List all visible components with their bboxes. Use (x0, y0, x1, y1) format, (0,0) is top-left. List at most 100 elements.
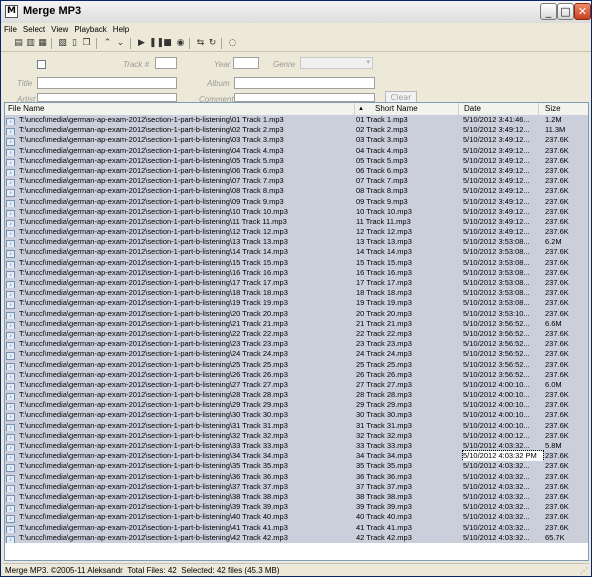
track-number-field[interactable] (155, 57, 177, 69)
short-name-cell: 07 Track 7.mp3 (356, 176, 408, 186)
table-row[interactable]: ♪ T:\unccl\media\german-ap-exam-2012\sect… (5, 471, 588, 482)
table-row[interactable]: ♪ T:\unccl\media\german-ap-exam-2012\sect… (5, 176, 588, 187)
short-name-cell: 05 Track 5.mp3 (356, 155, 408, 165)
comment-field[interactable] (234, 93, 375, 102)
artist-field[interactable] (37, 93, 177, 102)
audio-file-icon: ♪ (6, 270, 15, 278)
table-row[interactable]: ♪ T:\unccl\media\german-ap-exam-2012\sect… (5, 522, 588, 533)
file-name-text: T:\unccl\media\german-ap-exam-2012\secti… (19, 308, 288, 318)
file-name-text: T:\unccl\media\german-ap-exam-2012\secti… (19, 461, 288, 471)
table-row[interactable]: ♪ T:\unccl\media\german-ap-exam-2012\sect… (5, 257, 588, 268)
resize-grip-icon[interactable]: ⋰ (578, 566, 588, 576)
refresh-icon[interactable]: ↻ (207, 38, 218, 49)
table-row[interactable]: ♪ T:\unccl\media\german-ap-exam-2012\sect… (5, 278, 588, 289)
record-icon[interactable]: ◉ (175, 38, 186, 49)
table-row[interactable]: ♪ T:\unccl\media\german-ap-exam-2012\sect… (5, 430, 588, 441)
table-row[interactable]: ♪ T:\unccl\media\german-ap-exam-2012\sect… (5, 461, 588, 472)
table-row[interactable]: ♪ T:\unccl\media\german-ap-exam-2012\sect… (5, 328, 588, 340)
minimize-button[interactable]: _ (540, 3, 557, 20)
table-row[interactable]: ♪ T:\unccl\media\german-ap-exam-2012\sect… (5, 400, 588, 411)
table-row[interactable]: ♪ T:\unccl\media\german-ap-exam-2012\sect… (5, 390, 588, 401)
year-field[interactable] (233, 57, 259, 69)
move-down-icon[interactable]: ⌄ (115, 38, 126, 49)
move-up-icon[interactable]: ⌃ (102, 38, 113, 49)
table-row[interactable]: ♪ T:\unccl\media\german-ap-exam-2012\sect… (5, 359, 588, 370)
audio-file-icon: ♪ (6, 362, 15, 370)
tag-icon[interactable]: ▧ (57, 38, 68, 49)
genre-select[interactable]: ▾ (300, 57, 373, 69)
stop-icon[interactable]: ■ (162, 38, 173, 49)
file-name-text: T:\unccl\media\german-ap-exam-2012\secti… (19, 257, 288, 267)
table-row[interactable]: ♪ T:\unccl\media\german-ap-exam-2012\sect… (5, 349, 588, 360)
table-row[interactable]: ♪ T:\unccl\media\german-ap-exam-2012\sect… (5, 267, 588, 278)
title-label: Title (17, 79, 33, 88)
app-icon[interactable]: M (5, 5, 18, 18)
delete-icon[interactable]: ▦ (37, 38, 48, 49)
table-row[interactable]: ♪ T:\unccl\media\german-ap-exam-2012\sect… (5, 441, 588, 452)
table-row[interactable]: ♪ T:\unccl\media\german-ap-exam-2012\sect… (5, 196, 588, 207)
table-row[interactable]: ♪ T:\unccl\media\german-ap-exam-2012\sect… (5, 237, 588, 248)
merge-icon[interactable]: ⇆ (195, 38, 206, 49)
size-cell: 237.6K (545, 216, 569, 226)
table-row[interactable]: ♪ T:\unccl\media\german-ap-exam-2012\sect… (5, 247, 588, 258)
size-cell: 237.6K (545, 502, 569, 512)
size-cell: 237.6K (545, 278, 569, 287)
menu-help[interactable]: Help (110, 23, 132, 37)
table-row[interactable]: ♪ T:\unccl\media\german-ap-exam-2012\sect… (5, 165, 588, 177)
menu-file[interactable]: File (1, 23, 20, 37)
table-row[interactable]: ♪ T:\unccl\media\german-ap-exam-2012\sect… (5, 318, 588, 329)
column-size[interactable]: Size (539, 103, 588, 115)
file-list[interactable]: File Name ▲ Short Name Date Size ♪ T:\uncc… (4, 102, 589, 561)
table-row[interactable]: ♪ T:\unccl\media\german-ap-exam-2012\sect… (5, 186, 588, 197)
table-row[interactable]: ♪ T:\unccl\media\german-ap-exam-2012\sect… (5, 155, 588, 166)
table-row[interactable]: ♪ T:\unccl\media\german-ap-exam-2012\sect… (5, 288, 588, 299)
table-row[interactable]: ♪ T:\unccl\media\german-ap-exam-2012\sect… (5, 227, 588, 238)
date-cell: 5/10/2012 4:03:32 PM (462, 450, 544, 463)
title-bar[interactable]: M Merge MP3 _ □ ✕ (1, 1, 591, 24)
chat-icon[interactable]: ◌ (227, 38, 238, 49)
column-date[interactable]: Date (459, 103, 539, 115)
table-row[interactable]: ♪ T:\unccl\media\german-ap-exam-2012\sect… (5, 491, 588, 503)
column-file-name[interactable]: File Name ▲ (5, 103, 364, 115)
table-row[interactable]: ♪ T:\unccl\media\german-ap-exam-2012\sect… (5, 125, 588, 136)
file-name-cell: ♪ T:\unccl\media\german-ap-exam-2012\sect… (5, 298, 348, 309)
copy-icon[interactable]: ❐ (81, 38, 92, 49)
size-cell: 237.6K (545, 390, 569, 400)
size-cell: 237.6K (545, 328, 569, 338)
table-row[interactable]: ♪ T:\unccl\media\german-ap-exam-2012\sect… (5, 206, 588, 217)
menu-select[interactable]: Select (20, 23, 48, 37)
album-field[interactable] (234, 77, 375, 89)
table-row[interactable]: ♪ T:\unccl\media\german-ap-exam-2012\sect… (5, 379, 588, 391)
table-row[interactable]: ♪ T:\unccl\media\german-ap-exam-2012\sect… (5, 298, 588, 309)
table-row[interactable]: ♪ T:\unccl\media\german-ap-exam-2012\sect… (5, 369, 588, 380)
table-row[interactable]: ♪ T:\unccl\media\german-ap-exam-2012\sect… (5, 450, 588, 463)
new-icon[interactable]: ▤ (13, 38, 24, 49)
table-row[interactable]: ♪ T:\unccl\media\german-ap-exam-2012\sect… (5, 481, 588, 492)
table-row[interactable]: ♪ T:\unccl\media\german-ap-exam-2012\sect… (5, 339, 588, 350)
file-name-cell: ♪ T:\unccl\media\german-ap-exam-2012\sect… (5, 197, 348, 207)
play-icon[interactable]: ▶ (136, 38, 147, 49)
column-short-name[interactable]: Short Name (369, 103, 459, 115)
tag-enable-checkbox[interactable] (37, 60, 46, 69)
short-name-cell: 21 Track 21.mp3 (356, 318, 412, 328)
open-icon[interactable]: ▥ (25, 38, 36, 49)
menu-playback[interactable]: Playback (71, 23, 109, 37)
table-row[interactable]: ♪ T:\unccl\media\german-ap-exam-2012\sect… (5, 532, 588, 543)
document-icon[interactable]: ▯ (69, 38, 80, 49)
pause-icon[interactable]: ❚❚ (149, 38, 164, 49)
table-row[interactable]: ♪ T:\unccl\media\german-ap-exam-2012\sect… (5, 512, 588, 523)
short-name-cell: 25 Track 25.mp3 (356, 359, 412, 369)
title-field[interactable] (37, 77, 177, 89)
table-row[interactable]: ♪ T:\unccl\media\german-ap-exam-2012\sect… (5, 216, 588, 228)
table-row[interactable]: ♪ T:\unccl\media\german-ap-exam-2012\sect… (5, 115, 588, 126)
table-row[interactable]: ♪ T:\unccl\media\german-ap-exam-2012\sect… (5, 308, 588, 319)
close-button[interactable]: ✕ (574, 3, 591, 20)
table-row[interactable]: ♪ T:\unccl\media\german-ap-exam-2012\sect… (5, 135, 588, 146)
table-row[interactable]: ♪ T:\unccl\media\german-ap-exam-2012\sect… (5, 145, 588, 156)
table-row[interactable]: ♪ T:\unccl\media\german-ap-exam-2012\sect… (5, 502, 588, 513)
table-row[interactable]: ♪ T:\unccl\media\german-ap-exam-2012\sect… (5, 410, 588, 421)
sort-ascending-icon: ▲ (358, 106, 364, 112)
table-row[interactable]: ♪ T:\unccl\media\german-ap-exam-2012\sect… (5, 420, 588, 431)
maximize-button[interactable]: □ (557, 3, 574, 20)
menu-view[interactable]: View (48, 23, 71, 37)
